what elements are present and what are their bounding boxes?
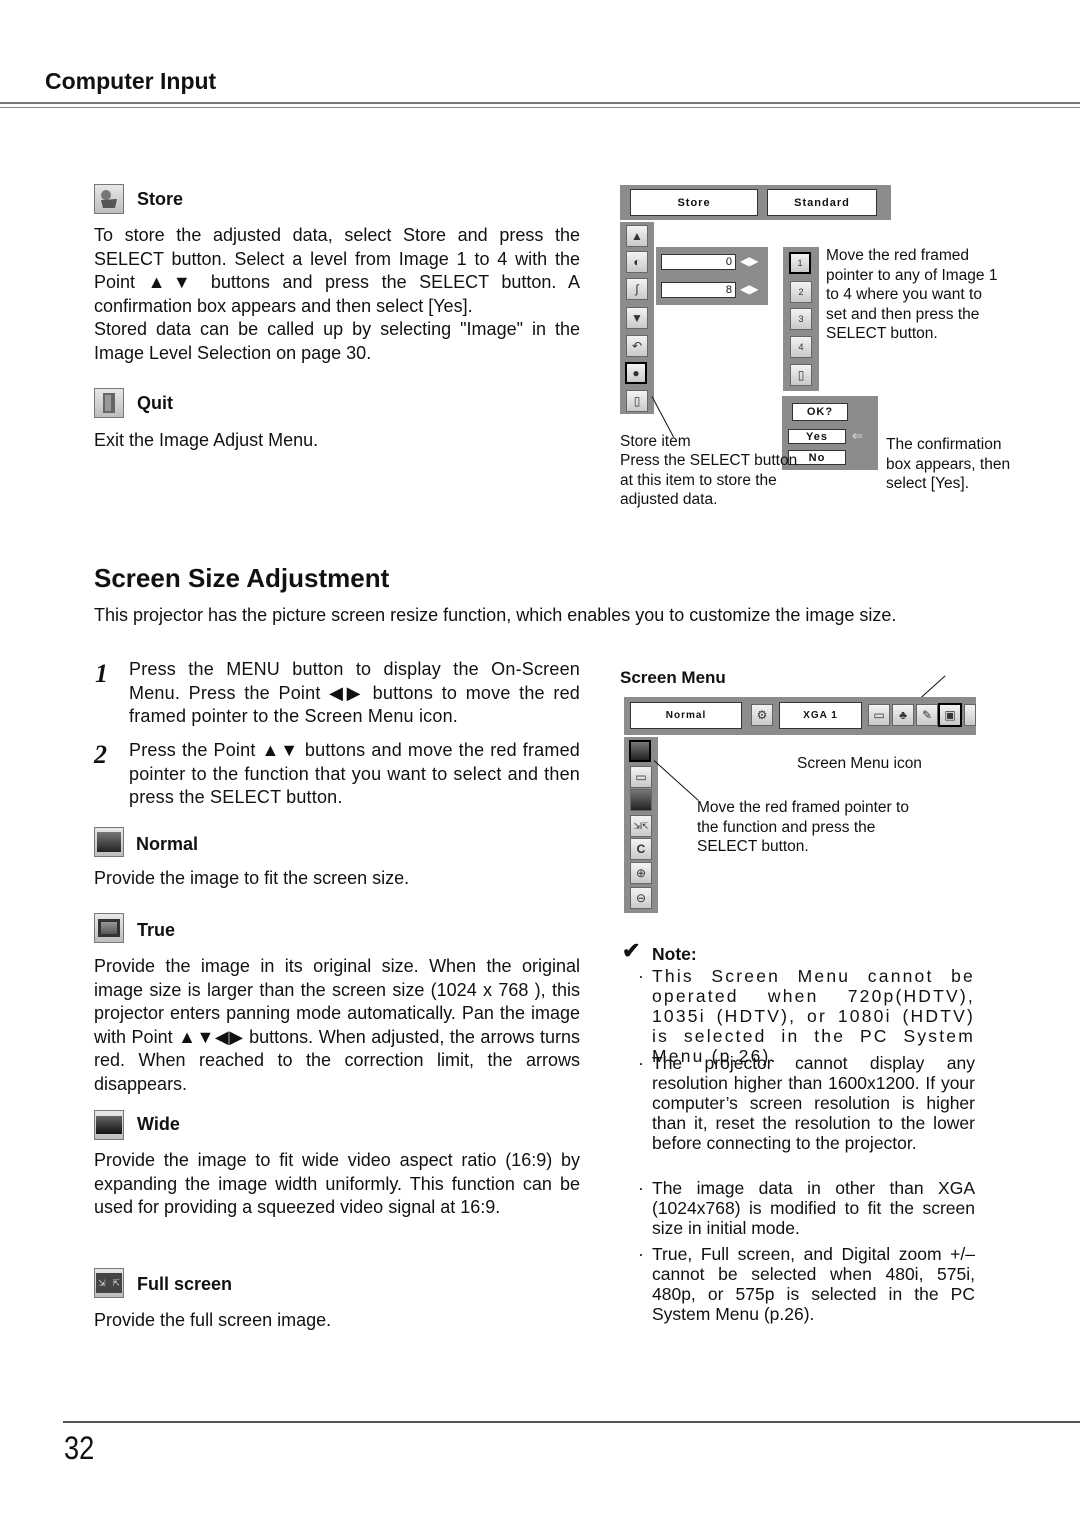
- down-triangle-icon: ▼: [626, 307, 648, 329]
- wide-screen-icon: [94, 1110, 124, 1140]
- store-body-2: Stored data can be called up by selectin…: [94, 319, 580, 363]
- osd-standard-field: Standard: [767, 189, 877, 216]
- store-body-1: To store the adjusted data, select Store…: [94, 225, 580, 316]
- pc-system-icon: ▭: [868, 704, 890, 726]
- osd-screen-icon-column: ▭ ⇲⇱ C ⊕ ⊖: [624, 737, 658, 913]
- note-item-text: The projector cannot display any resolut…: [652, 1053, 975, 1153]
- callout-store-item: Store item: [620, 433, 691, 450]
- function-description: Provide the full screen image.: [94, 1310, 332, 1330]
- quit-osd-icon: ▯: [626, 390, 648, 412]
- callout-leader-line: [919, 675, 946, 699]
- true-screen-icon: [94, 913, 124, 943]
- image-select-icon: ♣: [892, 704, 914, 726]
- osd-slider-value-1: 0: [661, 254, 736, 270]
- note-item: · The projector cannot display any resolu…: [638, 1053, 975, 1153]
- confirm-yes-option: Yes: [788, 429, 846, 444]
- callout-store-desc: Press the SELECT button at this item to …: [620, 452, 798, 508]
- osd-image-slot-column: 1 2 3 4 ▯: [783, 247, 819, 391]
- quit-osd-icon: ▯: [790, 364, 812, 386]
- callout-pointer: Move the red framed pointer to the funct…: [697, 799, 909, 855]
- function-description: Provide the image to fit the screen size…: [94, 868, 410, 888]
- image-slot-2-icon: 2: [790, 281, 812, 303]
- page-number: 32: [64, 1430, 95, 1466]
- note-item-text: True, Full screen, and Digital zoom +/– …: [652, 1244, 975, 1324]
- image-slot-label: 3: [798, 314, 804, 324]
- sound-icon: [964, 704, 976, 726]
- image-slot-4-icon: 4: [790, 336, 812, 358]
- function-heading: True: [137, 920, 176, 940]
- pc-adjust-icon: ⚙: [751, 704, 773, 726]
- gamma-curve-icon: ∫: [626, 278, 648, 300]
- image-slot-label: 2: [798, 287, 804, 297]
- store-description: To store the adjusted data, select Store…: [94, 224, 580, 365]
- osd-screen-menu-topbar: Normal ⚙ XGA 1 ▭ ♣ ✎ ▣: [624, 697, 976, 735]
- zoom-in-icon: ⊕: [630, 862, 652, 884]
- quit-description: Exit the Image Adjust Menu.: [94, 430, 319, 450]
- function-heading: Full screen: [137, 1274, 233, 1294]
- step-number: 1: [95, 659, 108, 688]
- true-osd-icon: ▭: [630, 766, 652, 788]
- note-item: · True, Full screen, and Digital zoom +/–…: [638, 1244, 975, 1324]
- function-description: Provide the image to fit wide video aspe…: [94, 1150, 580, 1217]
- header-rule-thin: [0, 107, 1080, 108]
- confirm-title: OK?: [792, 403, 848, 421]
- osd-xga-field: XGA 1: [779, 702, 862, 729]
- quit-heading: Quit: [137, 393, 173, 413]
- contrast-icon: ▲: [626, 225, 648, 247]
- callout-leader-line: [653, 760, 699, 802]
- section-intro: This projector has the picture screen re…: [94, 605, 897, 625]
- arrow-left-icon: ⇐: [852, 428, 863, 443]
- wide-osd-icon: [630, 789, 652, 811]
- quit-door-icon: [94, 388, 124, 418]
- osd-slider-value-2: 8: [661, 282, 736, 298]
- screen-menu-icon: ▣: [938, 703, 962, 727]
- image-slot-label: 1: [797, 258, 803, 268]
- osd-normal-field: Normal: [630, 702, 742, 729]
- osd-slider-panel: 0 ◀▶ 8 ◀▶: [656, 247, 768, 305]
- callout-screen-menu-icon: Screen Menu icon: [797, 755, 922, 772]
- store-osd-topbar: Store Standard: [620, 185, 891, 220]
- function-heading: Wide: [137, 1114, 180, 1134]
- section-title: Screen Size Adjustment: [94, 563, 390, 593]
- store-icon: [94, 184, 124, 214]
- note-item-text: This Screen Menu cannot be operated when…: [652, 966, 975, 1066]
- left-right-arrows-icon: ◀▶: [740, 282, 759, 296]
- osd-image-adjust-icon-column: ▲ ◐ ∫ ▼ ↶ ● ▯: [620, 222, 654, 414]
- image-slot-1-icon: 1: [789, 252, 811, 274]
- left-right-arrows-icon: ◀▶: [740, 254, 759, 268]
- normal-osd-icon: [629, 740, 651, 762]
- note-item: · This Screen Menu cannot be operated whe…: [638, 966, 975, 1066]
- callout-image-slots: Move the red framed pointer to any of Im…: [826, 247, 998, 342]
- header-rule: [0, 102, 1080, 104]
- store-osd-icon: ●: [625, 362, 647, 384]
- reset-icon: ↶: [626, 335, 648, 357]
- normal-screen-icon: [94, 827, 124, 857]
- step-1-text: Press the MENU button to display the On-…: [129, 659, 580, 726]
- step-2-text: Press the Point ▲▼ buttons and move the …: [129, 740, 580, 807]
- osd-store-field: Store: [630, 189, 758, 216]
- note-item: · The image data in other than XGA (1024x…: [638, 1178, 975, 1238]
- function-heading: Normal: [136, 834, 199, 854]
- full-screen-osd-icon: ⇲⇱: [630, 815, 652, 837]
- screen-menu-heading: Screen Menu: [620, 668, 726, 687]
- note-item-text: The image data in other than XGA (1024x7…: [652, 1178, 975, 1238]
- image-slot-label: 4: [798, 342, 804, 352]
- function-description: Provide the image in its original size. …: [94, 956, 580, 1094]
- step-number: 2: [94, 740, 107, 769]
- brightness-icon: ◐: [626, 251, 648, 273]
- full-screen-icon: ⇲ ⇱: [94, 1268, 124, 1298]
- note-heading: Note:: [652, 944, 697, 964]
- checkmark-icon: ✔: [622, 938, 641, 963]
- store-heading: Store: [137, 189, 184, 209]
- custom-osd-icon: C: [630, 838, 652, 860]
- image-adjust-icon: ✎: [916, 704, 938, 726]
- section-header-title: Computer Input: [45, 68, 217, 94]
- footer-rule: [63, 1421, 1080, 1423]
- image-slot-3-icon: 3: [790, 308, 812, 330]
- zoom-out-icon: ⊖: [630, 887, 652, 909]
- callout-confirm: The confirmation box appears, then selec…: [886, 436, 1011, 492]
